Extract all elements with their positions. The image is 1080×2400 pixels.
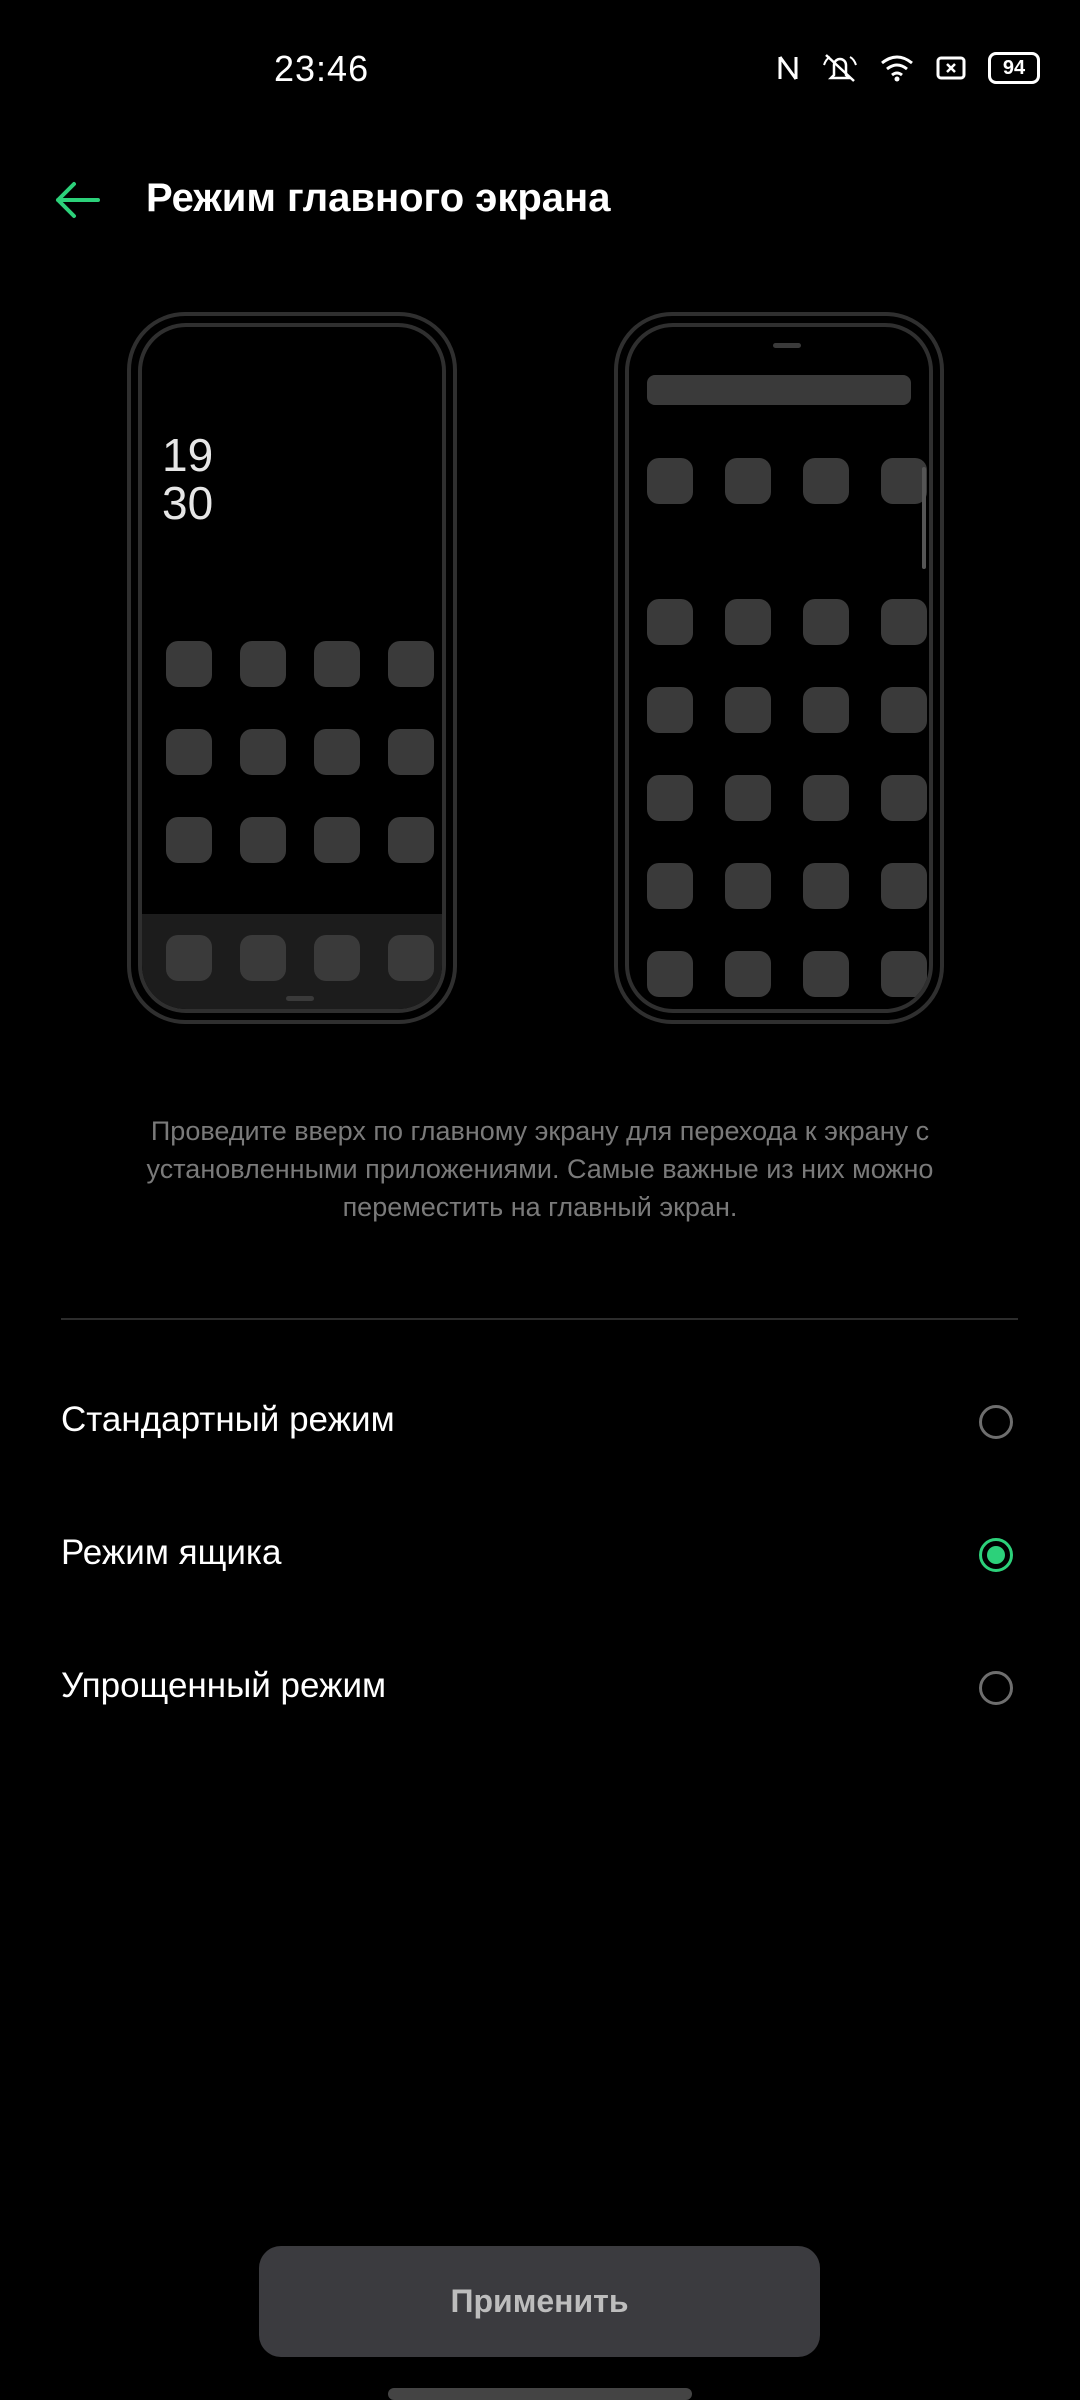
option-standard-mode[interactable]: Стандартный режим <box>0 1358 1080 1488</box>
preview-search-bar <box>647 375 911 405</box>
gesture-nav-bar[interactable] <box>388 2388 692 2400</box>
status-time: 23:46 <box>274 48 370 89</box>
standard-mode-preview: 19 30 <box>127 312 457 1024</box>
status-icons: 94 <box>776 52 1040 84</box>
screen-record-icon <box>936 56 966 80</box>
battery-icon: 94 <box>988 52 1040 84</box>
option-drawer-mode[interactable]: Режим ящика <box>0 1491 1080 1621</box>
divider <box>61 1318 1018 1320</box>
drawer-mode-preview <box>614 312 944 1024</box>
nfc-icon <box>778 56 798 80</box>
radio-button-selected[interactable] <box>979 1538 1013 1572</box>
mode-description: Проведите вверх по главному экрану для п… <box>146 1116 934 1222</box>
option-simple-mode[interactable]: Упрощенный режим <box>0 1624 1080 1754</box>
preview-clock: 19 30 <box>162 429 214 529</box>
back-arrow-icon[interactable] <box>52 175 102 225</box>
radio-button[interactable] <box>979 1405 1013 1439</box>
mute-icon <box>823 54 857 82</box>
preview-dock <box>142 914 442 1009</box>
preview-scrollbar <box>922 467 926 569</box>
apply-button[interactable]: Применить <box>259 2246 820 2357</box>
option-label: Упрощенный режим <box>61 1666 387 1705</box>
wifi-icon <box>881 55 913 82</box>
radio-button[interactable] <box>979 1671 1013 1705</box>
option-label: Стандартный режим <box>61 1400 395 1439</box>
page-title: Режим главного экрана <box>146 176 611 220</box>
option-label: Режим ящика <box>61 1533 282 1572</box>
